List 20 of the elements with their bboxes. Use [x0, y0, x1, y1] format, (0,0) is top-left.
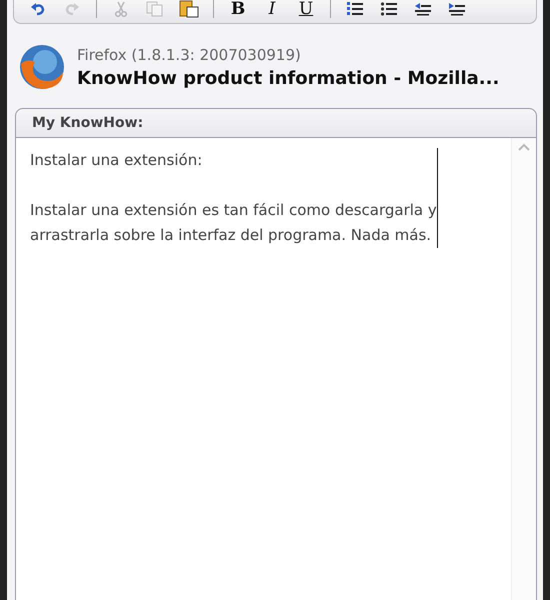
bold-button[interactable]: B [224, 0, 252, 20]
undo-arrow-icon [30, 1, 46, 17]
outdent-icon [414, 1, 432, 17]
underline-button[interactable]: U [292, 0, 320, 20]
numbered-list-icon [346, 1, 364, 17]
scrollbar[interactable] [511, 138, 536, 600]
fox-globe-logo [19, 44, 65, 90]
clipboard-icon [179, 0, 199, 18]
note-field[interactable]: Instalar una extensión: Instalar una extensión es tan fácil como descargarla y arrastrarla sobre la interfaz del programa. Nada más. [15, 138, 537, 600]
italic-button[interactable]: I [258, 0, 286, 20]
note-text: Instalar una extensión: Instalar una extensión es tan fácil como descargarla y arrastrarla sobre la interfaz del programa. Nada más. [30, 148, 438, 248]
scroll-up-icon [517, 142, 531, 152]
indent-icon [448, 1, 466, 17]
redo-arrow-icon [64, 1, 80, 17]
window-title: KnowHow product information - Mozilla... [77, 68, 500, 88]
scissors-icon [113, 1, 129, 17]
copy-icon [146, 1, 164, 17]
app-version: Firefox (1.8.1.3: 2007030919) [77, 46, 302, 64]
panel-title: My KnowHow: [15, 108, 537, 138]
bullet-list-icon [380, 1, 398, 17]
